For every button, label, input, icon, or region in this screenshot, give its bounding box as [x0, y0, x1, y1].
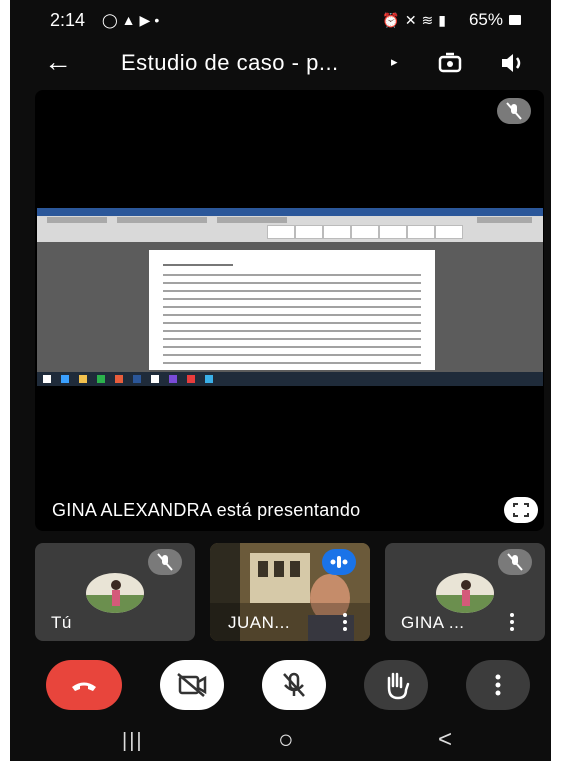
participant-muted-badge [498, 549, 532, 575]
audio-level-icon [330, 556, 348, 568]
mic-off-icon [507, 553, 523, 571]
dot-icon: • [154, 12, 164, 28]
nav-back-button[interactable]: < [438, 726, 452, 754]
participant-name: GINA ... [401, 613, 465, 632]
document-page [149, 250, 435, 370]
raise-hand-button[interactable] [364, 660, 428, 710]
participant-tile-juan[interactable]: JUAN... [210, 543, 370, 641]
fullscreen-icon [513, 503, 529, 517]
phone-screen: 2:14 ◯▲▶• ⏰✕≋▮ 65% ← Estudio de caso - p… [10, 0, 551, 761]
video-off-icon [177, 673, 207, 697]
meeting-title[interactable]: Estudio de caso - p... [121, 50, 339, 76]
arrow-left-icon[interactable]: ← [44, 46, 72, 78]
speaker-icon[interactable] [497, 48, 527, 78]
mic-off-icon [157, 553, 173, 571]
end-call-button[interactable] [46, 660, 122, 710]
more-vert-icon [495, 674, 501, 696]
home-button[interactable]: ○ [278, 724, 294, 755]
camera-off-button[interactable] [160, 660, 224, 710]
recent-apps-button[interactable]: ||| [122, 730, 144, 753]
mic-off-button[interactable] [262, 660, 326, 710]
mic-off-icon [283, 672, 305, 697]
call-header: ← Estudio de caso - p... ▸ [10, 40, 551, 88]
whatsapp-icon: ◯ [102, 12, 122, 28]
title-expand-icon[interactable]: ▸ [391, 54, 398, 70]
youtube-icon: ▶ [139, 12, 155, 28]
more-vert-icon[interactable] [342, 613, 348, 634]
alarm-icon: ⏰ [382, 12, 405, 28]
system-icons: ⏰✕≋▮ [382, 12, 451, 29]
fullscreen-button[interactable] [504, 497, 538, 523]
mute-icon: ✕ [404, 12, 422, 28]
phone-hangup-icon [72, 682, 96, 691]
presenter-muted-badge [497, 98, 531, 124]
participant-tile-gina[interactable]: GINA ... [385, 543, 545, 641]
hand-icon [387, 672, 410, 700]
presentation-panel[interactable]: GINA ALEXANDRA está presentando [35, 90, 544, 531]
participant-tile-self[interactable]: Tú [35, 543, 195, 641]
battery-icon [509, 15, 521, 25]
more-vert-icon[interactable] [509, 613, 515, 634]
more-options-button[interactable] [466, 660, 530, 710]
status-time: 2:14 [50, 10, 86, 30]
signal-icon: ▮ [438, 12, 451, 28]
mic-off-icon [506, 102, 522, 120]
windows-taskbar [37, 372, 543, 386]
wifi-icon: ≋ [421, 12, 439, 28]
switch-camera-icon[interactable] [435, 48, 465, 78]
photo-icon: ▲ [121, 12, 140, 28]
avatar [86, 573, 144, 613]
word-ribbon [37, 208, 543, 242]
presenting-label: GINA ALEXANDRA está presentando [52, 500, 361, 520]
speaking-badge [322, 549, 356, 575]
avatar [436, 573, 494, 613]
status-bar: 2:14 ◯▲▶• ⏰✕≋▮ 65% [10, 0, 551, 36]
participant-name: JUAN... [228, 613, 291, 632]
notification-icons: ◯▲▶• [102, 12, 163, 29]
participant-name: Tú [51, 613, 72, 632]
battery-percentage: 65% [468, 10, 503, 29]
participant-muted-badge [148, 549, 182, 575]
shared-screen [37, 208, 543, 386]
